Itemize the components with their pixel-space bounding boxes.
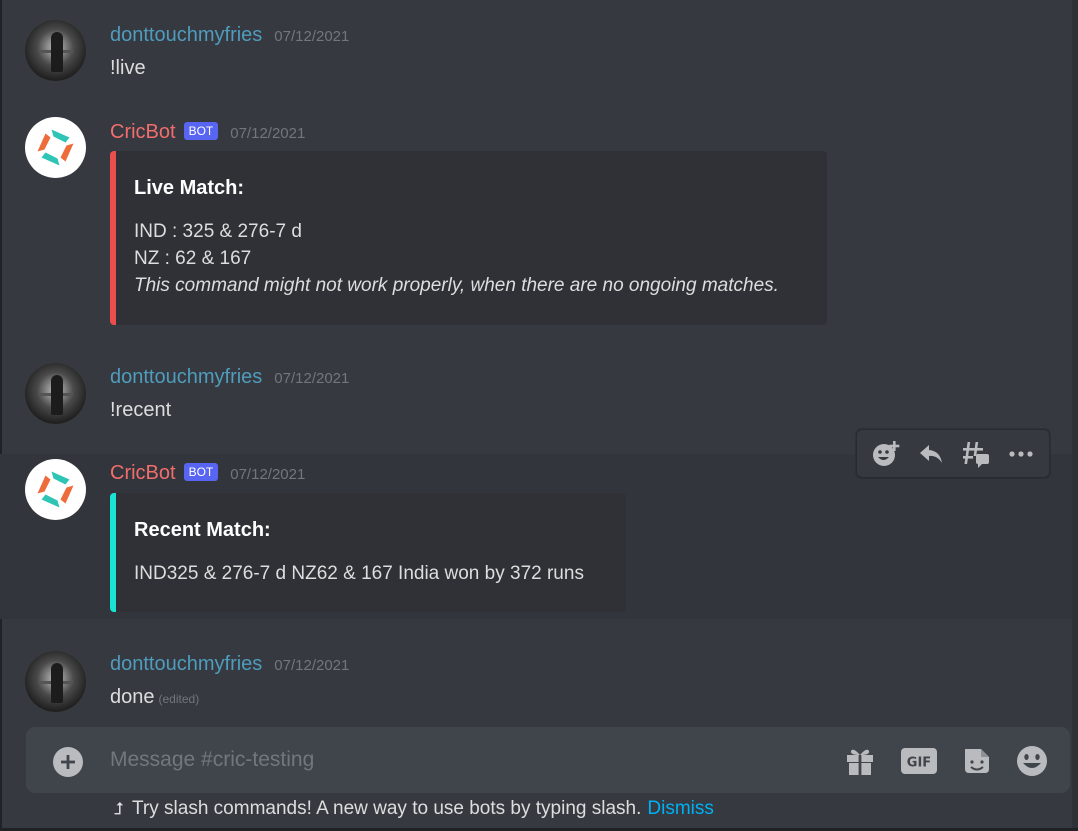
more-icon — [1008, 450, 1033, 457]
username[interactable]: donttouchmyfries — [110, 24, 262, 47]
embed-line: NZ : 62 & 167 — [134, 248, 252, 269]
avatar[interactable] — [25, 363, 86, 424]
gift-icon — [847, 749, 873, 775]
message-item: donttouchmyfries 07/12/2021 done (edited) — [0, 619, 1072, 727]
hint-text: Try slash commands! A new way to use bot… — [132, 798, 642, 819]
add-reaction-button[interactable] — [868, 436, 904, 472]
message-item[interactable]: CricBot BOT 07/12/2021 Recent Match: IND… — [0, 454, 1072, 619]
embed-line: IND : 325 & 276-7 d — [134, 221, 302, 242]
emoji-icon — [1017, 746, 1047, 776]
username[interactable]: CricBot — [110, 462, 176, 485]
edited-label: (edited) — [158, 692, 200, 706]
reply-button[interactable] — [913, 436, 949, 472]
gif-button[interactable]: GIF — [899, 741, 939, 781]
embed-title: Recent Match: — [134, 519, 271, 541]
message-content: done — [110, 686, 155, 708]
slash-command-hint: ⮥ Try slash commands! A new way to use bo… — [114, 798, 714, 820]
embed-line: IND325 & 276-7 d NZ62 & 167 India won by… — [134, 563, 584, 584]
avatar[interactable] — [25, 20, 86, 81]
timestamp: 07/12/2021 — [230, 125, 306, 142]
timestamp: 07/12/2021 — [230, 466, 306, 483]
timestamp: 07/12/2021 — [274, 657, 350, 674]
create-thread-button[interactable] — [958, 436, 994, 472]
avatar[interactable] — [25, 459, 86, 520]
username[interactable]: donttouchmyfries — [110, 366, 262, 389]
username[interactable]: CricBot — [110, 121, 176, 144]
avatar[interactable] — [25, 117, 86, 178]
cricbot-logo-icon — [37, 129, 74, 166]
message-input[interactable]: Message #cric-testing — [110, 748, 314, 772]
embed-title: Live Match: — [134, 177, 245, 199]
embed-note: This command might not work properly, wh… — [134, 275, 779, 296]
bot-badge: BOT — [183, 463, 219, 481]
emoji-button[interactable] — [1012, 741, 1052, 781]
sticker-button[interactable] — [957, 741, 997, 781]
scrollbar-track[interactable] — [1072, 0, 1078, 831]
gift-button[interactable] — [840, 741, 880, 781]
corner-up-arrow-icon: ⮥ — [114, 799, 125, 818]
gif-icon: GIF — [901, 748, 937, 774]
more-button[interactable] — [1003, 436, 1039, 472]
gif-label: GIF — [907, 756, 931, 771]
timestamp: 07/12/2021 — [274, 370, 350, 387]
message-text: !live — [110, 57, 146, 79]
embed-card: Recent Match: IND325 & 276-7 d NZ62 & 16… — [110, 493, 626, 612]
timestamp: 07/12/2021 — [274, 28, 350, 45]
reply-icon — [919, 444, 942, 463]
create-thread-icon — [962, 441, 989, 468]
sticker-icon — [965, 749, 989, 773]
message-item: CricBot BOT 07/12/2021 Live Match: IND :… — [0, 100, 1072, 340]
upload-button[interactable] — [53, 747, 83, 777]
message-text: done (edited) — [110, 686, 199, 709]
cricbot-logo-icon — [37, 471, 74, 508]
message-composer[interactable]: Message #cric-testing GIF — [26, 727, 1070, 793]
bot-badge: BOT — [183, 122, 219, 140]
add-reaction-icon — [872, 440, 899, 466]
username[interactable]: donttouchmyfries — [110, 653, 262, 676]
embed-card: Live Match: IND : 325 & 276-7 d NZ : 62 … — [110, 151, 827, 325]
message-item: donttouchmyfries 07/12/2021 !live — [0, 0, 1072, 100]
message-text: !recent — [110, 399, 172, 421]
message-actions-toolbar — [856, 429, 1050, 478]
dismiss-link[interactable]: Dismiss — [647, 798, 714, 819]
plus-icon — [61, 755, 75, 769]
avatar[interactable] — [25, 651, 86, 712]
